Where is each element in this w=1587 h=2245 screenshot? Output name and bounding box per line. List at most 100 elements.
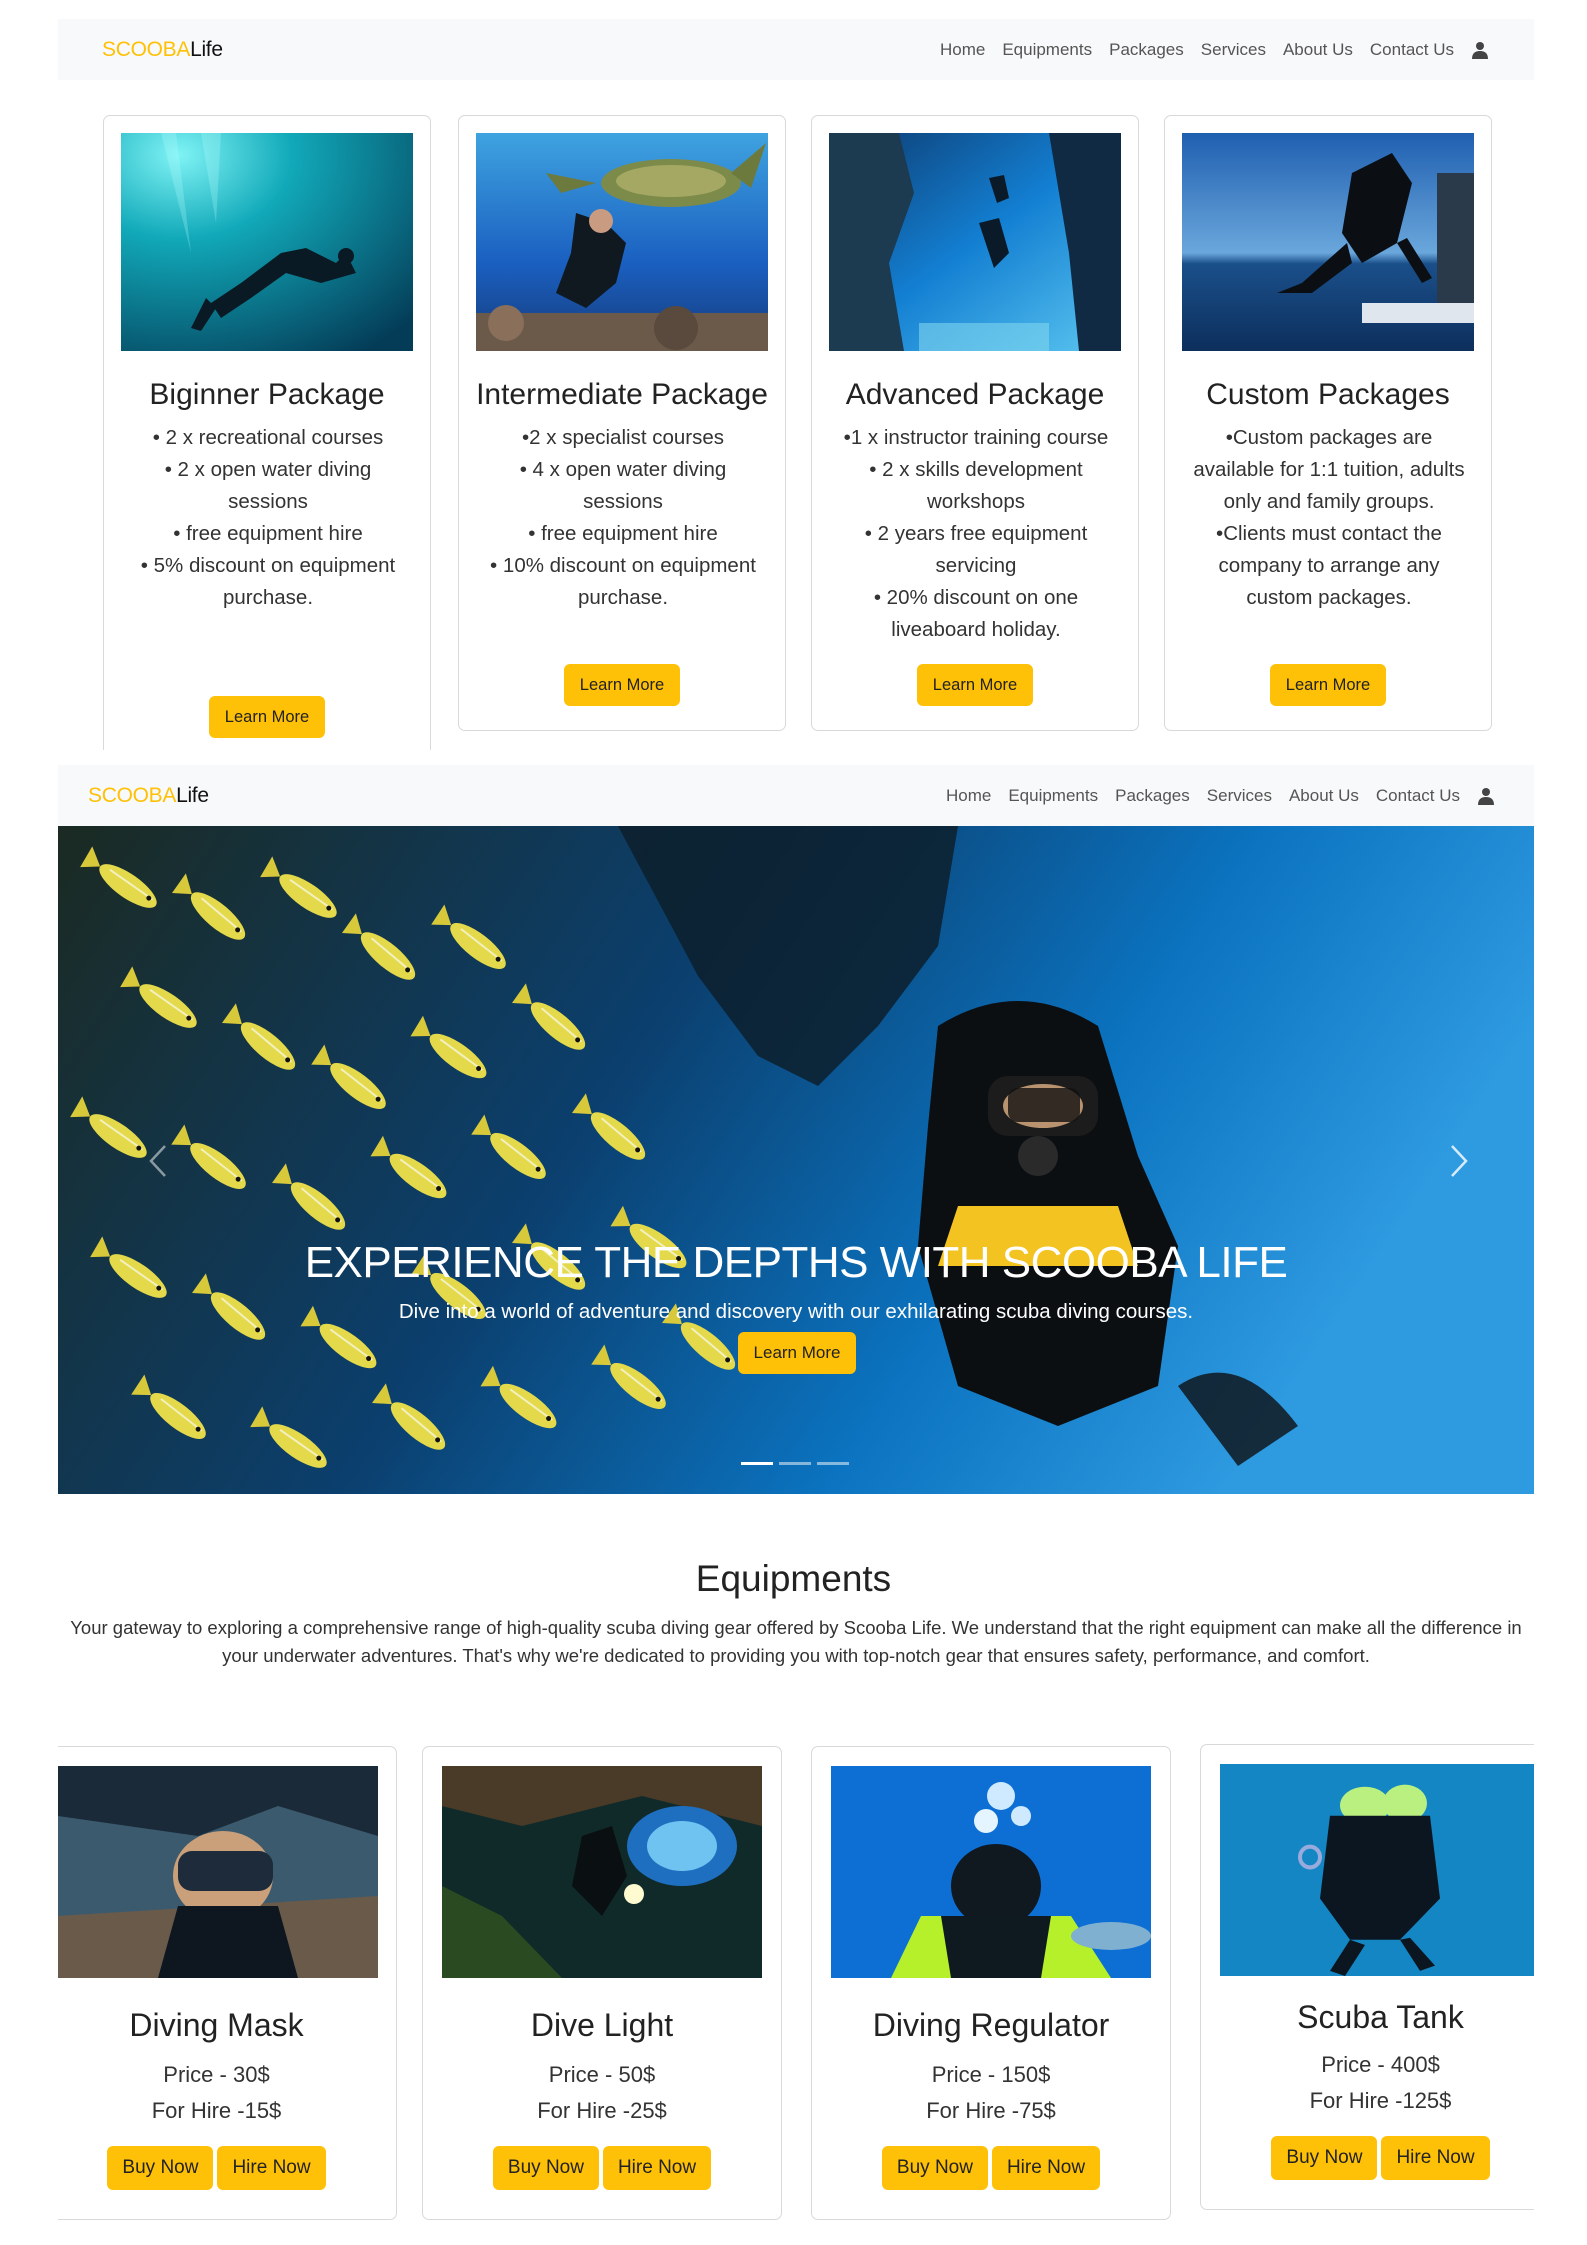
nav-link-home[interactable]: Home xyxy=(946,786,991,806)
hero-learn-more-button[interactable]: Learn More xyxy=(738,1332,856,1374)
brand-logo[interactable]: SCOOBALife xyxy=(102,38,223,62)
hero-title: EXPERIENCE THE DEPTHS WITH SCOOBA LIFE xyxy=(304,1238,1288,1287)
package-feature: •Clients must contact the xyxy=(1216,522,1442,545)
nav-link-about-us[interactable]: About Us xyxy=(1283,40,1353,60)
package-feature: • 10% discount on equipment xyxy=(490,554,756,577)
package-feature: liveaboard holiday. xyxy=(891,618,1061,641)
hire-now-button[interactable]: Hire Now xyxy=(602,2146,712,2190)
package-image-advanced xyxy=(829,133,1121,351)
package-feature: available for 1:1 tuition, adults xyxy=(1193,458,1465,481)
nav-link-contact-us[interactable]: Contact Us xyxy=(1370,40,1454,60)
package-feature: • free equipment hire xyxy=(173,522,363,545)
package-title: Advanced Package xyxy=(845,378,1105,411)
equipment-price: Price - 50$ xyxy=(548,2062,656,2087)
package-title: Intermediate Package xyxy=(476,378,768,411)
equipment-hire-price: For Hire -25$ xyxy=(537,2098,667,2123)
package-feature: custom packages. xyxy=(1246,586,1412,609)
equipments-description-line: your underwater adventures. That's why w… xyxy=(222,1645,1370,1666)
carousel-prev-button[interactable] xyxy=(128,1126,188,1196)
package-feature: •2 x specialist courses xyxy=(521,426,724,449)
learn-more-button[interactable]: Learn More xyxy=(564,664,680,706)
package-feature: • 20% discount on one xyxy=(873,586,1079,609)
package-card-intermediate: Intermediate Package •2 x specialist cou… xyxy=(458,115,786,731)
carousel-indicators xyxy=(741,1462,849,1465)
buy-now-button[interactable]: Buy Now xyxy=(492,2146,599,2190)
package-feature: • 4 x open water diving xyxy=(519,458,727,481)
package-card-custom: Custom Packages •Custom packages are ava… xyxy=(1164,115,1492,731)
brand-logo[interactable]: SCOOBALife xyxy=(88,784,209,808)
hero-subtitle: Dive into a world of adventure and disco… xyxy=(398,1300,1194,1323)
equipment-price: Price - 150$ xyxy=(931,2062,1051,2087)
nav-link-equipments[interactable]: Equipments xyxy=(1008,786,1098,806)
nav-link-equipments[interactable]: Equipments xyxy=(1002,40,1092,60)
carousel-next-button[interactable] xyxy=(1429,1126,1489,1196)
chevron-left-icon xyxy=(149,1145,166,1177)
package-feature: • 5% discount on equipment xyxy=(140,554,396,577)
equipment-pricing: Price - 150$ For Hire -75$ xyxy=(812,2057,1170,2129)
package-features: •2 x specialist courses • 4 x open water… xyxy=(485,422,761,614)
package-features: •1 x instructor training course • 2 x sk… xyxy=(838,422,1114,646)
carousel-indicator-1[interactable] xyxy=(741,1462,773,1465)
hire-now-button[interactable]: Hire Now xyxy=(217,2146,326,2190)
equipment-pricing: Price - 400$ For Hire -125$ xyxy=(1201,2047,1560,2119)
package-feature: workshops xyxy=(927,490,1025,513)
nav-links: Home Equipments Packages Services About … xyxy=(923,40,1488,60)
chevron-right-icon xyxy=(1451,1145,1468,1177)
package-title: Biginner Package xyxy=(149,378,385,411)
equipments-description-line: Your gateway to exploring a comprehensiv… xyxy=(70,1617,1522,1638)
carousel-edge-right xyxy=(1534,1730,1587,2245)
carousel-edge-left xyxy=(0,1730,58,2245)
package-feature: sessions xyxy=(583,490,663,513)
hire-now-button[interactable]: Hire Now xyxy=(1381,2136,1490,2180)
learn-more-button[interactable]: Learn More xyxy=(209,696,325,738)
equipment-image-diving-regulator xyxy=(831,1766,1151,1978)
package-feature: • 2 x open water diving xyxy=(164,458,372,481)
hero-background-image xyxy=(58,826,1534,1494)
carousel-indicator-3[interactable] xyxy=(817,1462,849,1465)
nav-link-services[interactable]: Services xyxy=(1207,786,1272,806)
nav-link-packages[interactable]: Packages xyxy=(1115,786,1190,806)
equipment-card-dive-light: Dive Light Price - 50$ For Hire -25$ Buy… xyxy=(422,1746,782,2220)
package-feature: sessions xyxy=(228,490,308,513)
equipment-actions: Buy Now Hire Now xyxy=(1201,2136,1560,2180)
package-feature: • 2 years free equipment xyxy=(864,522,1088,545)
nav-link-services[interactable]: Services xyxy=(1201,40,1266,60)
learn-more-button[interactable]: Learn More xyxy=(917,664,1033,706)
package-image-custom xyxy=(1182,133,1474,351)
package-feature: company to arrange any xyxy=(1218,554,1440,577)
equipments-heading: Equipments xyxy=(695,1558,892,1599)
equipment-actions: Buy Now Hire Now xyxy=(812,2146,1170,2190)
equipment-pricing: Price - 30$ For Hire -15$ xyxy=(37,2057,396,2129)
equipment-name: Diving Regulator xyxy=(872,2007,1110,2043)
navbar-top: SCOOBALife Home Equipments Packages Serv… xyxy=(58,19,1534,80)
user-icon[interactable] xyxy=(1472,41,1488,59)
equipment-price: Price - 30$ xyxy=(163,2062,270,2087)
package-feature: • free equipment hire xyxy=(528,522,718,545)
hero-carousel: EXPERIENCE THE DEPTHS WITH SCOOBA LIFE D… xyxy=(58,826,1534,1494)
equipment-hire-price: For Hire -125$ xyxy=(1309,2088,1452,2113)
user-icon[interactable] xyxy=(1478,787,1494,805)
buy-now-button[interactable]: Buy Now xyxy=(107,2146,214,2190)
equipment-image-diving-mask xyxy=(58,1766,378,1978)
package-feature: only and family groups. xyxy=(1223,490,1435,513)
package-image-intermediate xyxy=(476,133,768,351)
nav-link-about-us[interactable]: About Us xyxy=(1289,786,1359,806)
package-features: • 2 x recreational courses • 2 x open wa… xyxy=(130,422,406,614)
nav-link-packages[interactable]: Packages xyxy=(1109,40,1184,60)
equipments-description: Your gateway to exploring a comprehensiv… xyxy=(58,1614,1534,1670)
learn-more-button[interactable]: Learn More xyxy=(1270,664,1386,706)
buy-now-button[interactable]: Buy Now xyxy=(881,2146,988,2190)
equipment-hire-price: For Hire -15$ xyxy=(151,2098,282,2123)
buy-now-button[interactable]: Buy Now xyxy=(1271,2136,1378,2180)
equipment-actions: Buy Now Hire Now xyxy=(37,2146,396,2190)
package-feature: •1 x instructor training course xyxy=(843,426,1109,449)
nav-link-contact-us[interactable]: Contact Us xyxy=(1376,786,1460,806)
package-title: Custom Packages xyxy=(1206,378,1450,411)
hire-now-button[interactable]: Hire Now xyxy=(991,2146,1101,2190)
navbar-secondary: SCOOBALife Home Equipments Packages Serv… xyxy=(58,765,1534,826)
package-feature: purchase. xyxy=(577,586,669,609)
carousel-indicator-2[interactable] xyxy=(779,1462,811,1465)
package-feature: purchase. xyxy=(222,586,314,609)
nav-link-home[interactable]: Home xyxy=(940,40,985,60)
equipment-actions: Buy Now Hire Now xyxy=(423,2146,781,2190)
